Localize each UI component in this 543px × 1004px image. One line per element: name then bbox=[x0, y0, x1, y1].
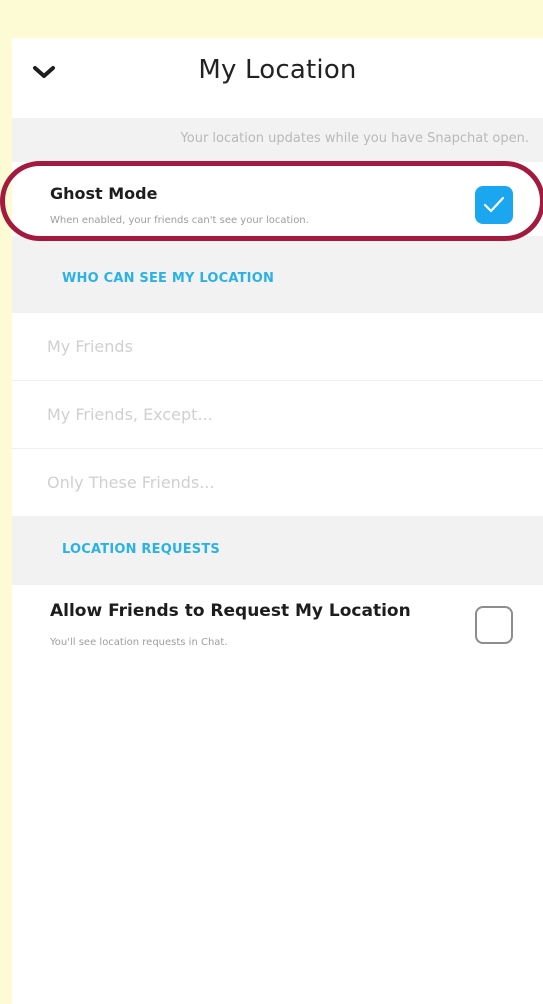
allow-requests-checkbox[interactable] bbox=[475, 606, 513, 644]
checkmark-icon bbox=[483, 196, 505, 213]
ghost-mode-checkbox[interactable] bbox=[475, 186, 513, 224]
ghost-mode-title: Ghost Mode bbox=[50, 184, 158, 203]
allow-requests-row[interactable]: Allow Friends to Request My Location You… bbox=[12, 585, 543, 1004]
header: My Location bbox=[12, 38, 543, 118]
who-can-see-section: WHO CAN SEE MY LOCATION bbox=[12, 236, 543, 313]
location-requests-section: LOCATION REQUESTS bbox=[12, 517, 543, 585]
section-label-location-requests: LOCATION REQUESTS bbox=[62, 542, 220, 557]
info-banner: Your location updates while you have Sna… bbox=[12, 118, 543, 162]
option-label: My Friends, Except... bbox=[47, 405, 213, 424]
ghost-mode-row[interactable]: Ghost Mode When enabled, your friends ca… bbox=[12, 162, 543, 236]
allow-requests-title: Allow Friends to Request My Location bbox=[50, 601, 411, 621]
option-label: Only These Friends... bbox=[47, 473, 215, 492]
info-text: Your location updates while you have Sna… bbox=[180, 131, 529, 146]
ghost-mode-subtitle: When enabled, your friends can't see you… bbox=[50, 215, 309, 226]
option-label: My Friends bbox=[47, 337, 133, 356]
option-my-friends[interactable]: My Friends bbox=[12, 313, 543, 381]
page-title: My Location bbox=[198, 55, 357, 85]
allow-requests-subtitle: You'll see location requests in Chat. bbox=[50, 637, 228, 648]
section-label-who-can-see: WHO CAN SEE MY LOCATION bbox=[62, 271, 275, 286]
my-location-screen: My Location Your location updates while … bbox=[12, 38, 543, 1004]
option-my-friends-except[interactable]: My Friends, Except... bbox=[12, 381, 543, 449]
option-only-these-friends[interactable]: Only These Friends... bbox=[12, 449, 543, 517]
